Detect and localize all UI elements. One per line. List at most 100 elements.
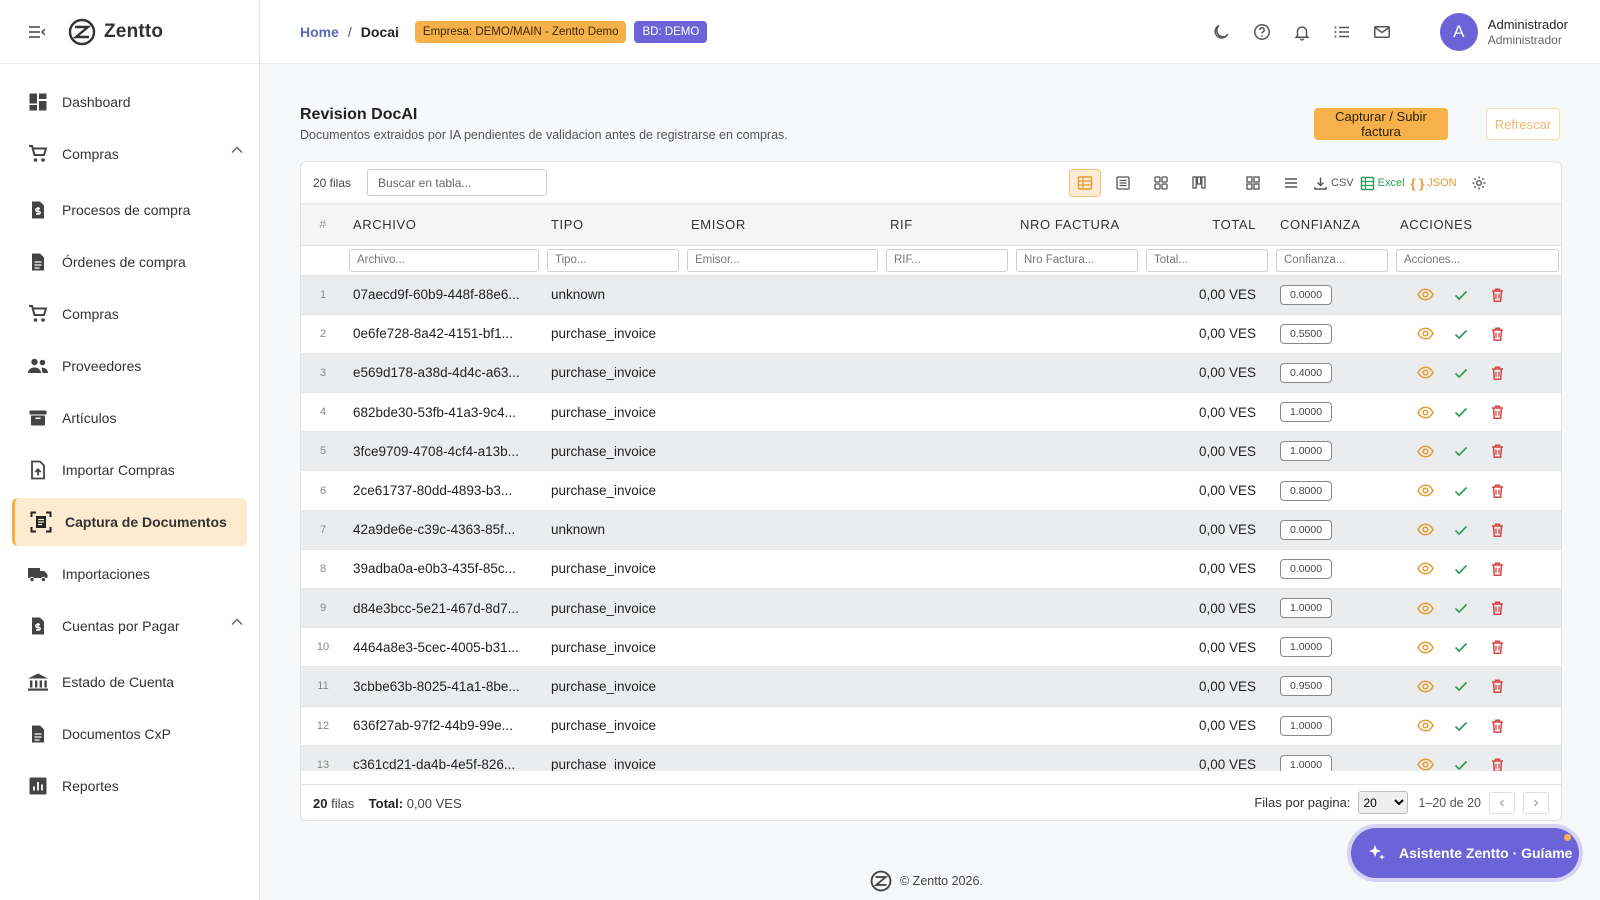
delete-trash-icon[interactable] (1486, 675, 1508, 697)
chevron-up-icon[interactable] (231, 146, 243, 154)
list-view-icon[interactable] (1107, 169, 1139, 197)
table-row[interactable]: 11 3cbbe63b-8025-41a1-8be... purchase_invo… (301, 666, 1561, 707)
filter-acciones-input[interactable] (1396, 248, 1559, 272)
user-menu[interactable]: A Administrador Administrador (1439, 13, 1568, 51)
col-header-nro-factura[interactable]: Nro Factura (1012, 204, 1142, 246)
view-eye-icon[interactable] (1414, 715, 1436, 737)
delete-trash-icon[interactable] (1486, 401, 1508, 423)
delete-trash-icon[interactable] (1486, 636, 1508, 658)
view-eye-icon[interactable] (1414, 480, 1436, 502)
delete-trash-icon[interactable] (1486, 284, 1508, 306)
filter-rif-input[interactable] (886, 248, 1008, 272)
sidebar-item-importar-compras[interactable]: Importar Compras (12, 446, 247, 494)
approve-check-icon[interactable] (1450, 675, 1472, 697)
delete-trash-icon[interactable] (1486, 754, 1508, 771)
bell-icon[interactable] (1290, 20, 1314, 44)
view-eye-icon[interactable] (1414, 558, 1436, 580)
approve-check-icon[interactable] (1450, 597, 1472, 619)
view-eye-icon[interactable] (1414, 675, 1436, 697)
table-row[interactable]: 4 682bde30-53fb-41a3-9c4... purchase_invoi… (301, 392, 1561, 433)
sidebar-item-proveedores[interactable]: Proveedores (12, 342, 247, 390)
sidebar-item-compras[interactable]: Compras (12, 130, 247, 178)
delete-trash-icon[interactable] (1486, 362, 1508, 384)
col-header-emisor[interactable]: Emisor (683, 204, 882, 246)
col-header-rif[interactable]: RIF (882, 204, 1012, 246)
col-header-confianza[interactable]: Confianza (1272, 204, 1392, 246)
sidebar-item-estado-de-cuenta[interactable]: Estado de Cuenta (12, 658, 247, 706)
sidebar-item-importaciones[interactable]: Importaciones (12, 550, 247, 598)
csv-export-button[interactable]: CSV (1313, 169, 1354, 197)
sidebar-item-dashboard[interactable]: Dashboard (12, 78, 247, 126)
filter-tipo-input[interactable] (547, 248, 679, 272)
kanban-view-icon[interactable] (1183, 169, 1215, 197)
view-eye-icon[interactable] (1414, 519, 1436, 541)
filter-total-input[interactable] (1146, 248, 1268, 272)
filter-confianza-input[interactable] (1276, 248, 1388, 272)
approve-check-icon[interactable] (1450, 715, 1472, 737)
delete-trash-icon[interactable] (1486, 480, 1508, 502)
sidebar-item-compras[interactable]: Compras (12, 290, 247, 338)
view-eye-icon[interactable] (1414, 401, 1436, 423)
approve-check-icon[interactable] (1450, 558, 1472, 580)
table-row[interactable]: 5 3fce9709-4708-4cf4-a13b... purchase_invo… (301, 431, 1561, 472)
next-page-button[interactable] (1523, 791, 1549, 814)
refresh-button[interactable]: Refrescar (1486, 108, 1560, 140)
grid-view-icon[interactable] (1145, 169, 1177, 197)
sidebar-item-cuentas-por-pagar[interactable]: Cuentas por Pagar (12, 602, 247, 650)
delete-trash-icon[interactable] (1486, 597, 1508, 619)
sidebar-item-articulos[interactable]: Artículos (12, 394, 247, 442)
view-eye-icon[interactable] (1414, 323, 1436, 345)
table-row[interactable]: 6 2ce61737-80dd-4893-b3... purchase_invoic… (301, 470, 1561, 511)
table-row[interactable]: 13 c361cd21-da4b-4e5f-826... purchase_invo… (301, 745, 1561, 771)
list-icon[interactable] (1330, 20, 1354, 44)
sidebar-item-reportes[interactable]: Reportes (12, 762, 247, 810)
sidebar-item-ordenes-de-compra[interactable]: Órdenes de compra (12, 238, 247, 286)
view-eye-icon[interactable] (1414, 636, 1436, 658)
table-search-input[interactable] (367, 169, 547, 196)
view-eye-icon[interactable] (1414, 440, 1436, 462)
table-view-icon[interactable] (1069, 169, 1101, 197)
json-export-button[interactable]: { } JSON (1411, 169, 1457, 197)
grid-settings-gear-icon[interactable] (1463, 169, 1495, 197)
columns-menu-icon[interactable] (1275, 169, 1307, 197)
table-row[interactable]: 12 636f27ab-97f2-44b9-99e... purchase_invo… (301, 706, 1561, 746)
sidebar-item-captura-de-documentos[interactable]: Captura de Documentos (12, 498, 247, 546)
delete-trash-icon[interactable] (1486, 715, 1508, 737)
filter-emisor-input[interactable] (687, 248, 878, 272)
approve-check-icon[interactable] (1450, 401, 1472, 423)
approve-check-icon[interactable] (1450, 480, 1472, 502)
approve-check-icon[interactable] (1450, 323, 1472, 345)
col-header-total[interactable]: Total (1142, 204, 1272, 246)
approve-check-icon[interactable] (1450, 284, 1472, 306)
view-eye-icon[interactable] (1414, 362, 1436, 384)
delete-trash-icon[interactable] (1486, 558, 1508, 580)
table-row[interactable]: 2 0e6fe728-8a42-4151-bf1... purchase_invoi… (301, 314, 1561, 354)
delete-trash-icon[interactable] (1486, 440, 1508, 462)
menu-collapse-icon[interactable] (26, 21, 48, 43)
table-row[interactable]: 3 e569d178-a38d-4d4c-a63... purchase_invoi… (301, 353, 1561, 394)
table-row[interactable]: 1 07aecd9f-60b9-448f-88e6... unknown 0,00 V… (301, 275, 1561, 315)
prev-page-button[interactable] (1489, 791, 1515, 814)
chevron-up-icon[interactable] (231, 618, 243, 626)
rows-per-page-select[interactable]: 20 (1358, 791, 1409, 814)
table-row[interactable]: 7 42a9de6e-c39c-4363-85f... unknown 0,00 VE… (301, 510, 1561, 550)
approve-check-icon[interactable] (1450, 362, 1472, 384)
delete-trash-icon[interactable] (1486, 323, 1508, 345)
view-eye-icon[interactable] (1414, 754, 1436, 771)
view-eye-icon[interactable] (1414, 597, 1436, 619)
table-row[interactable]: 10 4464a8e3-5cec-4005-b31... purchase_invo… (301, 627, 1561, 668)
table-row[interactable]: 9 d84e3bcc-5e21-467d-8d7... purchase_invoi… (301, 588, 1561, 629)
capture-invoice-button[interactable]: Capturar / Subir factura (1314, 108, 1448, 140)
approve-check-icon[interactable] (1450, 754, 1472, 771)
approve-check-icon[interactable] (1450, 636, 1472, 658)
approve-check-icon[interactable] (1450, 440, 1472, 462)
col-header-tipo[interactable]: Tipo (543, 204, 683, 246)
delete-trash-icon[interactable] (1486, 519, 1508, 541)
filter-nro-factura-input[interactable] (1016, 248, 1138, 272)
table-row[interactable]: 8 39adba0a-e0b3-435f-85c... purchase_invoi… (301, 549, 1561, 590)
moon-icon[interactable] (1210, 20, 1234, 44)
excel-export-button[interactable]: Excel (1360, 169, 1405, 197)
view-eye-icon[interactable] (1414, 284, 1436, 306)
table-scroll-area[interactable]: # Archivo Tipo Emisor RIF Nro Factura To… (301, 204, 1561, 771)
help-icon[interactable] (1250, 20, 1274, 44)
